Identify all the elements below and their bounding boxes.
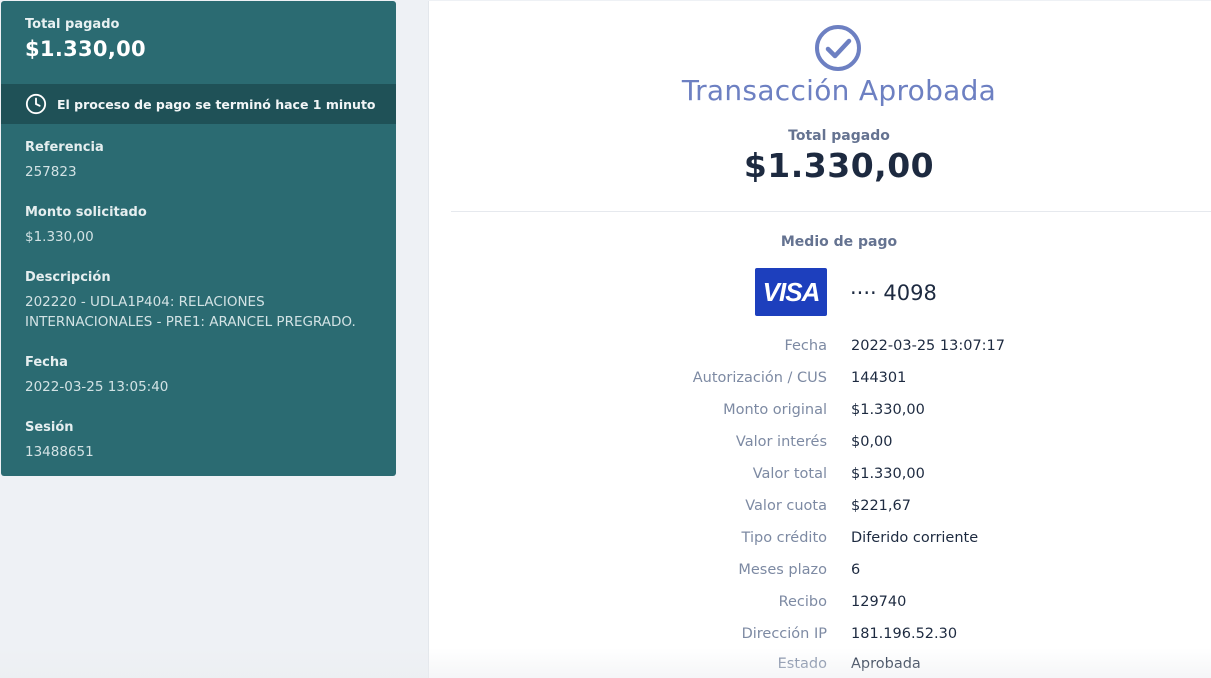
status-text: El proceso de pago se terminó hace 1 min… bbox=[57, 96, 376, 112]
clock-icon bbox=[25, 93, 47, 115]
field-label: Referencia bbox=[25, 140, 104, 155]
detail-label: Autorización / CUS bbox=[692, 370, 827, 386]
detail-row: Autorización / CUS 144301 bbox=[429, 370, 1211, 392]
detail-row: Valor cuota $221,67 bbox=[429, 498, 1211, 520]
detail-value: 144301 bbox=[851, 370, 907, 386]
summary-field-sesion: Sesión 13488651 bbox=[25, 420, 375, 462]
detail-row: Valor total $1.330,00 bbox=[429, 466, 1211, 488]
detail-value: 181.196.52.30 bbox=[851, 626, 958, 642]
detail-value: $221,67 bbox=[851, 498, 911, 514]
detail-row: Estado Aprobada bbox=[429, 656, 1211, 678]
field-label: Descripción bbox=[25, 270, 111, 285]
summary-field-fecha: Fecha 2022-03-25 13:05:40 bbox=[25, 355, 375, 397]
detail-value: Diferido corriente bbox=[851, 530, 979, 546]
field-value: 257823 bbox=[25, 164, 77, 180]
detail-row: Valor interés $0,00 bbox=[429, 434, 1211, 456]
detail-value: $1.330,00 bbox=[851, 402, 925, 418]
detail-value: 129740 bbox=[851, 594, 907, 610]
field-label: Sesión bbox=[25, 420, 74, 435]
detail-row: Fecha 2022-03-25 13:07:17 bbox=[429, 338, 1211, 360]
field-label: Fecha bbox=[25, 355, 68, 370]
payment-method-label: Medio de pago bbox=[780, 234, 898, 250]
detail-row: Dirección IP 181.196.52.30 bbox=[429, 626, 1211, 648]
payment-summary-card: Total pagado $1.330,00 El proceso de pag… bbox=[1, 1, 396, 476]
detail-label: Recibo bbox=[778, 594, 827, 610]
detail-label: Fecha bbox=[784, 338, 827, 354]
field-value: $1.330,00 bbox=[25, 229, 94, 245]
detail-value: $1.330,00 bbox=[851, 466, 925, 482]
detail-label: Estado bbox=[777, 656, 827, 672]
transaction-receipt: Transacción Aprobada Total pagado $1.330… bbox=[428, 1, 1211, 678]
check-circle-icon bbox=[815, 25, 861, 71]
detail-row: Tipo crédito Diferido corriente bbox=[429, 530, 1211, 552]
summary-field-descripcion: Descripción 202220 - UDLA1P404: RELACION… bbox=[25, 270, 375, 332]
detail-label: Meses plazo bbox=[738, 562, 827, 578]
field-label: Monto solicitado bbox=[25, 205, 147, 220]
summary-total: Total pagado $1.330,00 bbox=[25, 17, 146, 61]
detail-value: 2022-03-25 13:07:17 bbox=[851, 338, 1005, 354]
receipt-total-label: Total pagado bbox=[788, 128, 890, 144]
detail-label: Valor interés bbox=[735, 434, 827, 450]
detail-row: Meses plazo 6 bbox=[429, 562, 1211, 584]
page-title: Transacción Aprobada bbox=[681, 74, 997, 107]
field-value: 13488651 bbox=[25, 444, 94, 460]
detail-value: $0,00 bbox=[851, 434, 893, 450]
detail-label: Tipo crédito bbox=[741, 530, 827, 546]
field-value: 2022-03-25 13:05:40 bbox=[25, 379, 169, 395]
card-number: ···· 4098 bbox=[850, 281, 937, 305]
detail-label: Valor total bbox=[752, 466, 827, 482]
receipt-total-amount: $1.330,00 bbox=[743, 146, 935, 185]
visa-logo: VISA bbox=[755, 268, 827, 316]
summary-total-amount: $1.330,00 bbox=[25, 37, 146, 61]
summary-total-label: Total pagado bbox=[25, 17, 120, 32]
detail-value: 6 bbox=[851, 562, 861, 578]
field-value: 202220 - UDLA1P404: RELACIONES INTERNACI… bbox=[25, 294, 356, 330]
summary-field-referencia: Referencia 257823 bbox=[25, 140, 375, 182]
detail-row: Recibo 129740 bbox=[429, 594, 1211, 616]
status-bar: El proceso de pago se terminó hace 1 min… bbox=[1, 84, 396, 124]
detail-label: Valor cuota bbox=[745, 498, 827, 514]
detail-label: Monto original bbox=[723, 402, 827, 418]
divider bbox=[451, 211, 1211, 212]
detail-label: Dirección IP bbox=[741, 626, 827, 642]
detail-value: Aprobada bbox=[851, 656, 921, 672]
detail-row: Monto original $1.330,00 bbox=[429, 402, 1211, 424]
summary-field-monto: Monto solicitado $1.330,00 bbox=[25, 205, 375, 247]
